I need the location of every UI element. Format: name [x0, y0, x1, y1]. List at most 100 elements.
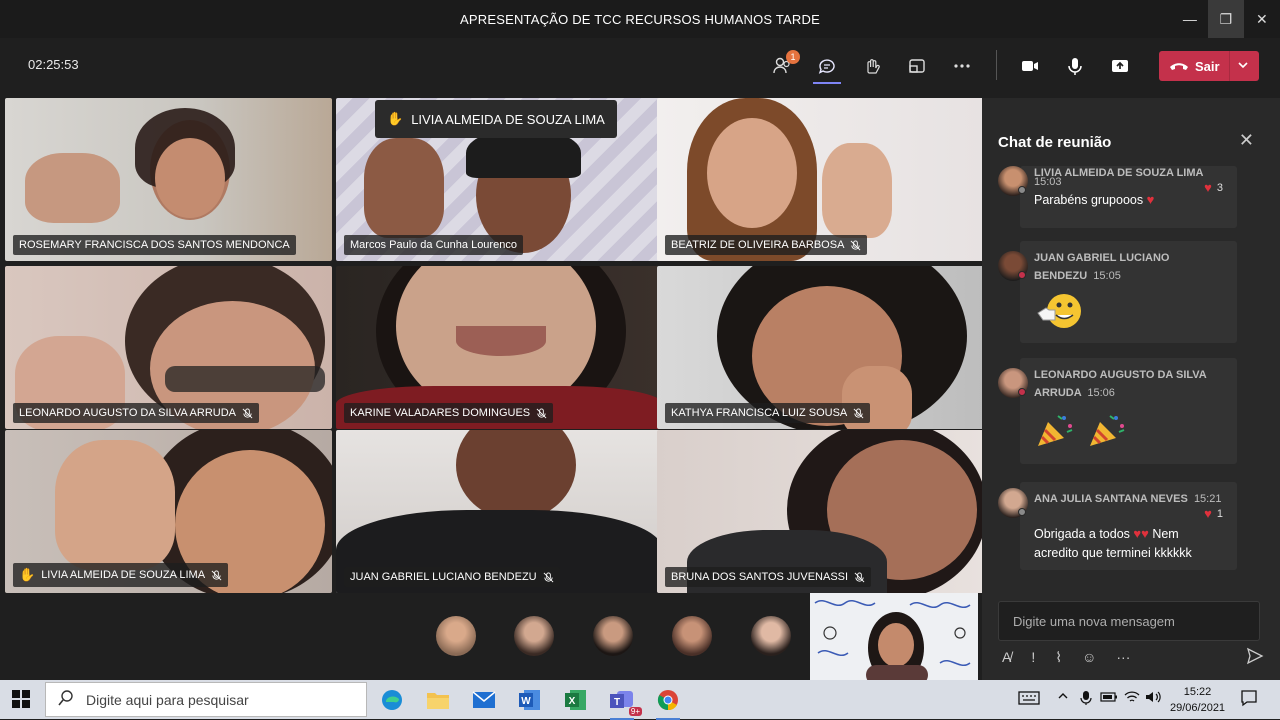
status-dot	[1018, 508, 1026, 516]
microphone-button[interactable]	[1061, 52, 1089, 80]
message-sender: ANA JULIA SANTANA NEVES 15:21	[1034, 493, 1222, 505]
mic-off-icon	[543, 571, 554, 583]
heart-icon: ♥	[1204, 180, 1212, 195]
chat-active-indicator	[813, 82, 841, 84]
video-tile[interactable]: ✋ LIVIA ALMEIDA DE SOUZA LIMA	[5, 430, 332, 593]
chevron-down-icon[interactable]	[1237, 59, 1249, 74]
excel-icon[interactable]: X	[562, 686, 590, 714]
windows-start-icon[interactable]	[12, 690, 30, 713]
notifications-icon[interactable]	[1240, 689, 1258, 710]
message-sender: LEONARDO AUGUSTO DA SILVA ARRUDA 15:06	[1034, 369, 1207, 399]
video-tile[interactable]: LEONARDO AUGUSTO DA SILVA ARRUDA	[5, 266, 332, 429]
heart-icon: ♥	[1141, 526, 1149, 541]
window-title: APRESENTAÇÃO DE TCC RECURSOS HUMANOS TAR…	[460, 11, 820, 27]
participant-nametag: ✋ LIVIA ALMEIDA DE SOUZA LIMA	[13, 563, 229, 587]
search-placeholder: Digite aqui para pesquisar	[86, 691, 249, 708]
message-sender: LIVIA ALMEIDA DE SOUZA LIMA	[1034, 167, 1204, 176]
video-tile[interactable]: BEATRIZ DE OLIVEIRA BARBOSA	[657, 98, 984, 261]
chrome-icon[interactable]	[654, 686, 682, 720]
thumbs-up-emoji-icon	[1034, 291, 1223, 336]
chat-message: ANA JULIA SANTANA NEVES 15:21 ♥ 1 Obrigad…	[998, 482, 1237, 570]
important-icon[interactable]: !	[1031, 649, 1035, 665]
participant-nametag: BRUNA DOS SANTOS JUVENASSI	[665, 567, 872, 587]
leave-button[interactable]: Sair	[1159, 51, 1259, 81]
more-options-icon[interactable]: ···	[1116, 649, 1130, 665]
participants-button[interactable]: 1	[768, 50, 800, 80]
heart-icon: ♥	[1133, 526, 1142, 541]
microphone-tray-icon[interactable]	[1080, 690, 1092, 709]
close-icon[interactable]: ✕	[1239, 130, 1254, 151]
keyboard-icon[interactable]	[1018, 690, 1040, 709]
video-tile[interactable]: KATHYA FRANCISCA LUIZ SOUSA	[657, 266, 984, 429]
message-text: Obrigada a todos ♥♥ Nem acredito que ter…	[1034, 526, 1192, 560]
camera-icon	[1022, 61, 1038, 71]
mic-off-icon	[850, 239, 861, 251]
chevron-up-icon[interactable]	[1057, 690, 1069, 705]
emoji-icon[interactable]: ☺	[1082, 649, 1096, 665]
heart-icon: ♥	[1146, 192, 1155, 207]
word-icon[interactable]: W	[516, 686, 544, 714]
chat-message: LEONARDO AUGUSTO DA SILVA ARRUDA 15:06	[998, 358, 1237, 464]
reaction[interactable]: ♥ 1	[1204, 506, 1223, 521]
close-window-button[interactable]: ✕	[1244, 0, 1280, 38]
self-view-video[interactable]	[810, 593, 978, 680]
reaction[interactable]: ♥ 3	[1204, 180, 1223, 195]
restore-button[interactable]: ❐	[1208, 0, 1244, 38]
video-tile[interactable]: KARINE VALADARES DOMINGUES	[336, 266, 663, 429]
message-text: Parabéns grupooos ♥	[1034, 192, 1155, 207]
mic-off-icon	[242, 407, 253, 419]
search-icon	[58, 690, 74, 709]
title-bar: APRESENTAÇÃO DE TCC RECURSOS HUMANOS TAR…	[0, 0, 1280, 38]
teams-icon[interactable]: T 9+	[608, 686, 642, 720]
participant-nametag: KATHYA FRANCISCA LUIZ SOUSA	[665, 403, 871, 423]
format-icon[interactable]: A̸	[1002, 649, 1011, 665]
chat-panel: Chat de reunião ✕ LIVIA ALMEIDA DE SOUZA…	[982, 98, 1280, 680]
party-popper-icon	[1090, 415, 1125, 446]
reaction-count: 1	[1216, 507, 1223, 520]
more-icon	[954, 64, 970, 68]
avatar[interactable]	[436, 616, 476, 656]
teams-badge: 9+	[628, 707, 642, 716]
send-icon[interactable]	[1246, 647, 1264, 670]
wifi-icon[interactable]	[1124, 690, 1140, 707]
raised-hand-icon: ✋	[387, 111, 404, 126]
mail-icon[interactable]	[470, 686, 498, 714]
breakout-rooms-button[interactable]	[903, 52, 931, 80]
message-time: 15:06	[1087, 387, 1115, 399]
leave-label: Sair	[1195, 58, 1220, 74]
share-content-button[interactable]	[1106, 52, 1134, 80]
chat-button[interactable]	[813, 52, 841, 80]
participant-nametag: Marcos Paulo da Cunha Lourenco	[344, 235, 523, 255]
mic-off-icon	[853, 407, 864, 419]
reactions-button[interactable]	[858, 52, 886, 80]
message-sender: JUAN GABRIEL LUCIANO BENDEZU 15:05	[1034, 252, 1170, 282]
reaction-count: 3	[1216, 181, 1223, 194]
video-tile[interactable]: JUAN GABRIEL LUCIANO BENDEZU	[336, 430, 663, 593]
leave-separator	[1229, 51, 1230, 81]
compose-toolbar: A̸ ! ⌇ ☺ ···	[1002, 646, 1260, 668]
taskbar-search-input[interactable]: Digite aqui para pesquisar	[45, 682, 367, 717]
attach-icon[interactable]: ⌇	[1055, 649, 1062, 666]
video-tile[interactable]: BRUNA DOS SANTOS JUVENASSI	[657, 430, 984, 593]
avatar[interactable]	[514, 616, 554, 656]
message-time: 15:05	[1093, 270, 1121, 282]
message-compose-input[interactable]: Digite uma nova mensagem	[998, 601, 1260, 641]
more-actions-button[interactable]	[948, 52, 976, 80]
video-tile[interactable]: ROSEMARY FRANCISCA DOS SANTOS MENDONCA	[5, 98, 332, 261]
mic-off-icon	[854, 571, 865, 583]
svg-text:W: W	[521, 696, 531, 707]
avatar[interactable]	[672, 616, 712, 656]
avatar[interactable]	[593, 616, 633, 656]
svg-text:X: X	[569, 696, 576, 707]
battery-icon[interactable]	[1100, 690, 1118, 707]
participant-name: BRUNA DOS SANTOS JUVENASSI	[671, 571, 849, 583]
chat-title: Chat de reunião	[998, 134, 1112, 151]
camera-button[interactable]	[1016, 52, 1044, 80]
volume-icon[interactable]	[1145, 690, 1163, 707]
minimize-button[interactable]: —	[1172, 0, 1208, 38]
edge-icon[interactable]	[378, 686, 406, 714]
avatar[interactable]	[751, 616, 791, 656]
heart-icon: ♥	[1204, 506, 1212, 521]
taskbar-clock[interactable]: 15:22 29/06/2021	[1170, 684, 1225, 716]
file-explorer-icon[interactable]	[424, 686, 452, 714]
